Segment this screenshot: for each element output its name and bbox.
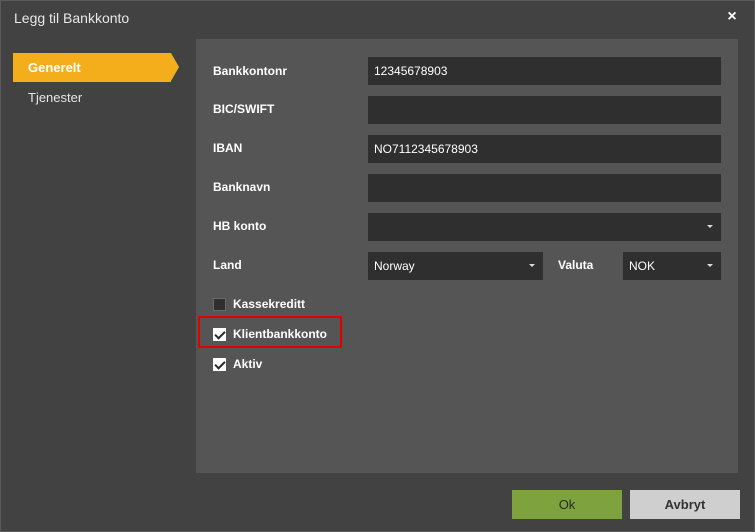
aktiv-label: Aktiv xyxy=(233,357,263,371)
valuta-label: Valuta xyxy=(558,258,594,272)
hb-konto-label: HB konto xyxy=(213,219,267,233)
bic-swift-field[interactable] xyxy=(368,96,721,124)
sidebar-item-generelt[interactable]: Generelt xyxy=(13,53,179,82)
hb-konto-select[interactable] xyxy=(368,213,721,241)
cancel-button[interactable]: Avbryt xyxy=(630,490,740,519)
kassekreditt-checkbox[interactable] xyxy=(213,297,226,311)
aktiv-checkbox[interactable] xyxy=(213,357,226,371)
sidebar-item-label: Tjenester xyxy=(28,90,83,105)
chevron-down-icon xyxy=(529,264,535,267)
close-icon[interactable]: × xyxy=(724,9,740,25)
bankkontonr-label: Bankkontonr xyxy=(213,64,288,78)
aktiv-checkbox-row[interactable]: Aktiv xyxy=(213,356,262,372)
chevron-down-icon xyxy=(707,225,713,228)
land-value: Norway xyxy=(374,259,415,273)
land-label: Land xyxy=(213,258,242,272)
kassekreditt-checkbox-row[interactable]: Kassekreditt xyxy=(213,296,305,312)
banknavn-field[interactable] xyxy=(368,174,721,202)
iban-label: IBAN xyxy=(213,141,243,155)
sidebar-item-label: Generelt xyxy=(28,60,81,75)
banknavn-label: Banknavn xyxy=(213,180,271,194)
chevron-down-icon xyxy=(707,264,713,267)
highlight-box xyxy=(198,316,342,348)
iban-field[interactable] xyxy=(368,135,721,163)
dialog-title: Legg til Bankkonto xyxy=(14,10,130,26)
valuta-value: NOK xyxy=(629,259,656,273)
add-bank-account-dialog: Legg til Bankkonto × Generelt Tjenester … xyxy=(0,0,755,532)
bic-swift-label: BIC/SWIFT xyxy=(213,102,275,116)
sidebar: Generelt Tjenester xyxy=(13,53,181,112)
sidebar-item-tjenester[interactable]: Tjenester xyxy=(13,83,181,112)
ok-button[interactable]: Ok xyxy=(512,490,622,519)
dialog-titlebar: Legg til Bankkonto × xyxy=(1,1,754,34)
land-select[interactable]: Norway xyxy=(368,252,543,280)
kassekreditt-label: Kassekreditt xyxy=(233,297,306,311)
bankkontonr-field[interactable] xyxy=(368,57,721,85)
valuta-select[interactable]: NOK xyxy=(623,252,721,280)
form-panel: Bankkontonr BIC/SWIFT IBAN Banknavn HB k… xyxy=(196,39,738,473)
